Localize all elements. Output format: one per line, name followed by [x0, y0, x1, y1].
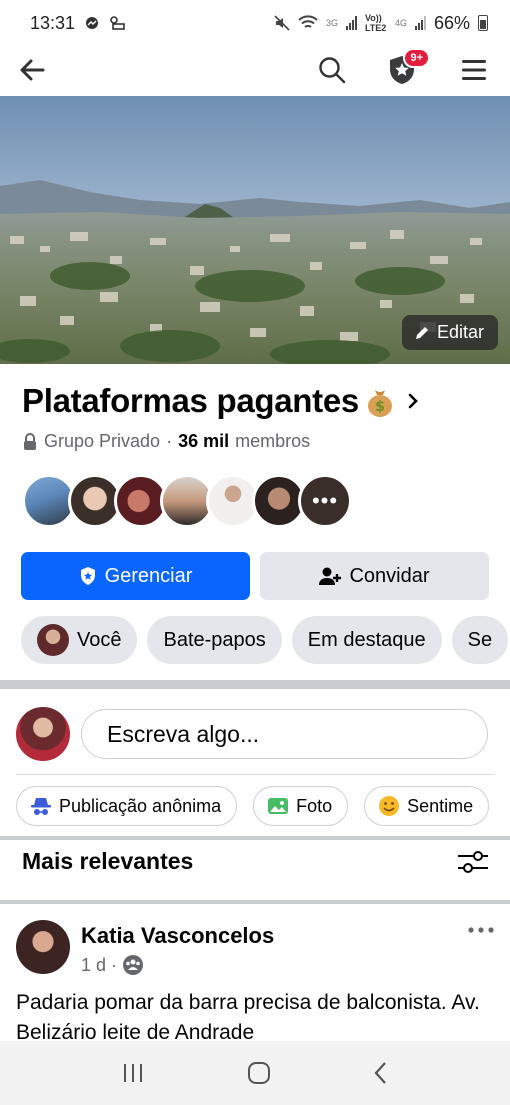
- edit-cover-label: Editar: [436, 322, 484, 342]
- post-options-button[interactable]: [466, 920, 496, 940]
- admin-tools-button[interactable]: 9+: [382, 48, 430, 90]
- back-nav-icon[interactable]: [373, 1061, 389, 1085]
- group-meta: Grupo Privado · 36 mil membros: [22, 431, 310, 452]
- battery-icon: [478, 15, 488, 31]
- arrow-left-icon: [20, 59, 45, 81]
- tab-chats[interactable]: Bate-papos: [147, 616, 282, 664]
- invite-label: Convidar: [349, 564, 430, 587]
- volte-label: Vo)) LTE2: [364, 13, 387, 33]
- network-3g-label: 3G: [325, 18, 338, 28]
- search-icon: [319, 57, 346, 84]
- money-bag-icon: $: [367, 390, 392, 417]
- avatar: [37, 624, 69, 656]
- anonymous-icon: [31, 798, 51, 815]
- feed-sort-title[interactable]: Mais relevantes: [22, 848, 193, 875]
- tab-more[interactable]: Se: [451, 616, 509, 664]
- status-time: 13:31: [30, 12, 76, 33]
- manage-label: Gerenciar: [104, 564, 193, 587]
- anonymous-post-button[interactable]: Publicação anônima: [16, 786, 238, 826]
- more-horizontal-icon: [468, 927, 494, 933]
- photo-label: Foto: [296, 795, 333, 816]
- post-text: Padaria pomar da barra precisa de balcon…: [16, 991, 480, 1044]
- post-composer: Escreva algo...: [0, 706, 510, 762]
- post-author[interactable]: Katia Vasconcelos: [81, 923, 274, 949]
- group-name: Plataformas pagantes: [22, 382, 359, 419]
- tab-chats-label: Bate-papos: [163, 628, 266, 651]
- tab-featured[interactable]: Em destaque: [291, 616, 442, 664]
- chevron-right-icon: [408, 393, 418, 409]
- more-members-avatar[interactable]: •••: [298, 474, 352, 528]
- recent-apps-icon[interactable]: [121, 1062, 145, 1084]
- group-tabs: Você Bate-papos Em destaque Se: [21, 616, 509, 664]
- battery-percent: 66%: [433, 12, 470, 33]
- composer-placeholder: Escreva algo...: [107, 720, 260, 747]
- group-members-icon: [123, 955, 144, 975]
- messenger-notification-icon: [86, 17, 99, 29]
- tab-featured-label: Em destaque: [307, 628, 426, 651]
- search-button[interactable]: [312, 50, 352, 90]
- avatar[interactable]: [16, 707, 70, 761]
- more-members-dots: •••: [311, 488, 339, 513]
- section-divider: [0, 680, 510, 689]
- notification-badge: 9+: [403, 48, 430, 68]
- post-meta: 1 d ·: [81, 954, 144, 976]
- group-privacy: Grupo Privado: [44, 431, 161, 451]
- lock-icon: [24, 432, 36, 450]
- top-app-bar: 9+: [0, 46, 510, 94]
- add-person-icon: [319, 567, 342, 585]
- cover-photo[interactable]: Editar: [0, 96, 510, 364]
- section-divider: [0, 900, 510, 904]
- write-something-input[interactable]: Escreva algo...: [81, 709, 488, 759]
- mute-icon: [274, 15, 290, 31]
- post-meta-separator: ·: [111, 954, 118, 975]
- system-navigation-bar: [0, 1041, 510, 1105]
- tab-you[interactable]: Você: [21, 616, 138, 664]
- filter-sliders-icon[interactable]: [456, 849, 490, 875]
- tab-more-label: Se: [467, 628, 493, 651]
- divider: [16, 774, 494, 775]
- manage-button[interactable]: Gerenciar: [21, 552, 250, 600]
- wifi-icon: [298, 15, 318, 28]
- group-action-buttons: Gerenciar Convidar: [21, 552, 489, 600]
- anonymous-post-label: Publicação anônima: [59, 795, 222, 816]
- pencil-icon: [415, 326, 428, 339]
- signal-icon: [345, 16, 357, 30]
- smiley-icon: [379, 796, 400, 816]
- composer-actions: Publicação anônima Foto Sentime: [16, 786, 490, 826]
- photo-button[interactable]: Foto: [253, 786, 349, 826]
- group-title-row[interactable]: Plataformas pagantes $: [22, 382, 419, 420]
- menu-button[interactable]: [454, 50, 494, 90]
- tab-you-label: Você: [77, 628, 122, 651]
- back-button[interactable]: [12, 50, 52, 90]
- member-label: membros: [235, 431, 311, 451]
- svg-text:$: $: [375, 399, 385, 415]
- signal-icon-2: [414, 16, 426, 30]
- meta-separator: ·: [166, 431, 173, 451]
- feeling-button[interactable]: Sentime: [364, 786, 490, 826]
- voicemail-icon: [110, 16, 125, 30]
- photo-icon: [268, 798, 289, 814]
- home-icon[interactable]: [247, 1061, 271, 1085]
- shield-icon: [80, 567, 95, 585]
- member-count[interactable]: 36 mil: [178, 431, 229, 452]
- invite-button[interactable]: Convidar: [260, 552, 489, 600]
- network-4g-label: 4G: [394, 18, 407, 28]
- section-divider: [0, 836, 510, 840]
- status-bar: 13:31 3G Vo)) LTE2 4G 66%: [0, 0, 510, 46]
- feed-sort-row: Mais relevantes: [22, 848, 490, 875]
- member-avatars[interactable]: •••: [22, 474, 352, 528]
- hamburger-icon: [462, 60, 486, 80]
- avatar[interactable]: [16, 920, 70, 974]
- feeling-label: Sentime: [407, 795, 474, 816]
- post-time[interactable]: 1 d: [81, 955, 106, 976]
- edit-cover-button[interactable]: Editar: [401, 315, 498, 350]
